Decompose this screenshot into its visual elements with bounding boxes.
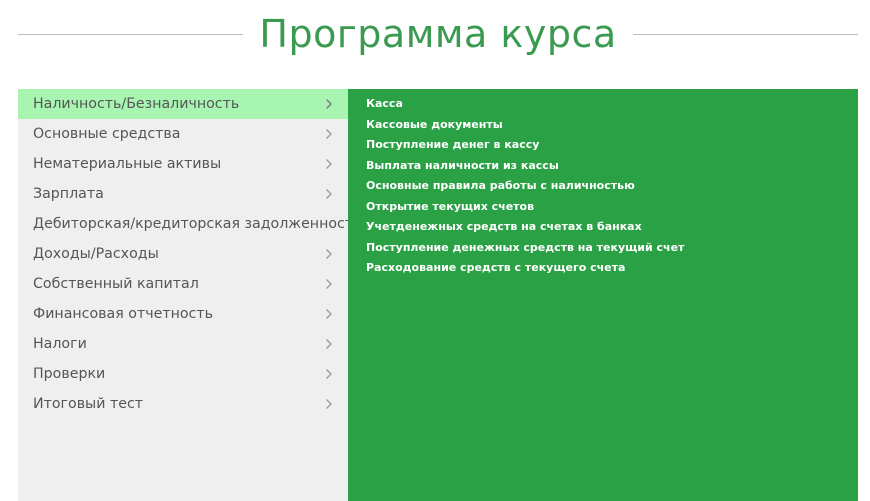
title-rule-left	[18, 33, 244, 35]
sidebar-item-label: Проверки	[33, 366, 106, 382]
topic-link[interactable]: Учетденежных средств на счетах в банках	[366, 218, 858, 239]
chevron-right-icon	[324, 277, 334, 291]
sidebar-item-label: Нематериальные активы	[33, 156, 222, 172]
sidebar-item-label: Наличность/Безналичность	[33, 96, 240, 112]
sidebar-item-label: Зарплата	[33, 186, 104, 202]
topic-link[interactable]: Поступление денег в кассу	[366, 136, 858, 157]
chevron-right-icon	[324, 307, 334, 321]
sidebar-item-label: Доходы/Расходы	[33, 246, 159, 262]
topic-link[interactable]: Основные правила работы с наличностью	[366, 177, 858, 198]
chevron-right-icon	[324, 187, 334, 201]
topic-link[interactable]: Расходование средств с текущего счета	[366, 259, 858, 280]
sidebar-item-taxes[interactable]: Налоги	[18, 329, 348, 359]
course-program-panel: Наличность/Безналичность Основные средст…	[18, 89, 858, 501]
chevron-right-icon	[324, 337, 334, 351]
chevron-right-icon	[324, 127, 334, 141]
sidebar-item-label: Налоги	[33, 336, 87, 352]
chevron-right-icon	[324, 97, 334, 111]
sidebar-item-salary[interactable]: Зарплата	[18, 179, 348, 209]
topic-link[interactable]: Открытие текущих счетов	[366, 198, 858, 219]
sidebar-item-intangible-assets[interactable]: Нематериальные активы	[18, 149, 348, 179]
sidebar-item-label: Основные средства	[33, 126, 181, 142]
sidebar-item-financial-reporting[interactable]: Финансовая отчетность	[18, 299, 348, 329]
sidebar-item-audits[interactable]: Проверки	[18, 359, 348, 389]
chevron-right-icon	[324, 157, 334, 171]
chevron-right-icon	[324, 247, 334, 261]
sidebar-item-label: Собственный капитал	[33, 276, 199, 292]
section-sidebar: Наличность/Безналичность Основные средст…	[18, 89, 369, 501]
chevron-right-icon	[324, 397, 334, 411]
sidebar-item-fixed-assets[interactable]: Основные средства	[18, 119, 348, 149]
topics-panel: Касса Кассовые документы Поступление ден…	[348, 89, 858, 501]
sidebar-item-receivables-payables[interactable]: Дебиторская/кредиторская задолженность	[18, 209, 369, 239]
chevron-right-icon	[324, 367, 334, 381]
sidebar-item-label: Финансовая отчетность	[33, 306, 213, 322]
sidebar-item-label: Дебиторская/кредиторская задолженность	[33, 216, 362, 232]
sidebar-item-cash[interactable]: Наличность/Безналичность	[18, 89, 348, 119]
sidebar-item-equity[interactable]: Собственный капитал	[18, 269, 348, 299]
sidebar-item-label: Итоговый тест	[33, 396, 144, 412]
topic-link[interactable]: Выплата наличности из кассы	[366, 157, 858, 178]
title-row: Программа курса	[18, 6, 859, 62]
topic-link[interactable]: Кассовые документы	[366, 116, 858, 137]
sidebar-item-final-test[interactable]: Итоговый тест	[18, 389, 348, 419]
topic-link[interactable]: Поступление денежных средств на текущий …	[366, 239, 858, 260]
title-rule-right	[632, 33, 859, 35]
page-title: Программа курса	[259, 12, 617, 56]
topic-link[interactable]: Касса	[366, 95, 858, 116]
sidebar-item-income-expenses[interactable]: Доходы/Расходы	[18, 239, 348, 269]
